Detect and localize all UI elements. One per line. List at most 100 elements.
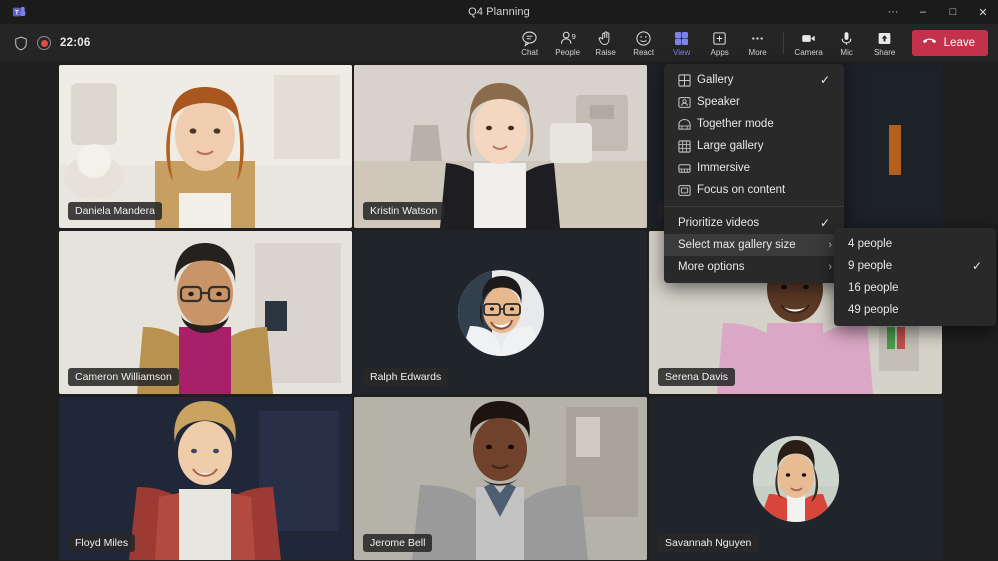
menu-item-together-mode[interactable]: Together mode (664, 113, 844, 135)
menu-item-immersive[interactable]: Immersive (664, 157, 844, 179)
submenu-item-4-people[interactable]: 4 people (834, 233, 996, 255)
submenu-item-16-people[interactable]: 16 people (834, 277, 996, 299)
toolbar-label-more: More (749, 48, 767, 57)
view-menu: Gallery ✓ Speaker Together mode Large ga… (664, 64, 844, 283)
window-maximize-icon[interactable]: □ (938, 0, 968, 24)
participant-nameplate: Jerome Bell (363, 534, 432, 552)
menu-label-large-gallery: Large gallery (697, 140, 818, 152)
video-tile[interactable]: Savannah Nguyen (649, 397, 942, 560)
toolbar-button-share[interactable]: Share (866, 24, 904, 62)
window-close-icon[interactable]: ✕ (968, 0, 998, 24)
toolbar-label-mic: Mic (840, 48, 852, 57)
menu-item-large-gallery[interactable]: Large gallery (664, 135, 844, 157)
toolbar-button-more[interactable]: More (739, 24, 777, 62)
toolbar-label-react: React (633, 48, 654, 57)
leave-button-label: Leave (944, 37, 975, 49)
toolbar-label-view: View (673, 48, 690, 57)
people-count-badge: 9 (572, 32, 576, 41)
toolbar-button-view[interactable]: View (663, 24, 701, 62)
submenu-label-16-people: 16 people (848, 282, 970, 294)
menu-item-focus-on-content[interactable]: Focus on content (664, 179, 844, 201)
toolbar-label-share: Share (874, 48, 895, 57)
speaker-person-icon (678, 95, 697, 109)
video-tile[interactable]: Jerome Bell (354, 397, 647, 560)
toolbar-label-apps: Apps (711, 48, 729, 57)
chevron-right-icon: › (820, 239, 832, 251)
hangup-icon (922, 36, 937, 50)
menu-label-focus-on-content: Focus on content (697, 184, 818, 196)
submenu-label-49-people: 49 people (848, 304, 970, 316)
participant-nameplate: Ralph Edwards (363, 368, 448, 386)
toolbar-button-people[interactable]: 9 People (549, 24, 587, 62)
menu-label-gallery: Gallery (697, 74, 818, 86)
video-tile[interactable]: Kristin Watson (354, 65, 647, 228)
camera-icon (800, 30, 817, 47)
participant-nameplate: Serena Davis (658, 368, 735, 386)
meeting-toolbar: 22:06 Chat 9 People Raise (0, 24, 998, 62)
focus-content-icon (678, 183, 697, 197)
toolbar-button-mic[interactable]: Mic (828, 24, 866, 62)
toolbar-label-raise: Raise (595, 48, 615, 57)
checkmark-icon: ✓ (818, 73, 832, 87)
participant-nameplate: Daniela Mandera (68, 202, 162, 220)
toolbar-actions: Chat 9 People Raise React (511, 24, 988, 62)
window-controls: ··· – □ ✕ (878, 0, 998, 24)
meeting-timer: 22:06 (60, 37, 90, 49)
teams-meeting-window: T Q4 Planning ··· – □ ✕ 22:06 (0, 0, 998, 561)
toolbar-label-camera: Camera (794, 48, 822, 57)
menu-item-speaker[interactable]: Speaker (664, 91, 844, 113)
gallery-size-submenu: 4 people 9 people ✓ 16 people 49 people (834, 228, 996, 326)
react-smiley-icon (635, 30, 652, 47)
more-ellipsis-icon (749, 30, 766, 47)
video-tile[interactable]: Daniela Mandera (59, 65, 352, 228)
video-tile[interactable]: Floyd Miles (59, 397, 352, 560)
toolbar-divider (783, 32, 784, 54)
menu-label-prioritize-videos: Prioritize videos (678, 217, 818, 229)
recording-indicator-icon (37, 36, 51, 50)
video-tile[interactable]: Cameron Williamson (59, 231, 352, 394)
leave-meeting-button[interactable]: Leave (912, 30, 988, 56)
video-tile[interactable]: Ralph Edwards (354, 231, 647, 394)
participant-nameplate: Kristin Watson (363, 202, 444, 220)
title-bar: T Q4 Planning ··· – □ ✕ (0, 0, 998, 24)
share-screen-icon (876, 30, 893, 47)
window-minimize-icon[interactable]: – (908, 0, 938, 24)
avatar (458, 270, 544, 356)
toolbar-button-react[interactable]: React (625, 24, 663, 62)
menu-label-together-mode: Together mode (697, 118, 818, 130)
submenu-label-9-people: 9 people (848, 260, 970, 272)
participant-nameplate: Savannah Nguyen (658, 534, 758, 552)
together-mode-icon (678, 117, 697, 131)
menu-item-gallery[interactable]: Gallery ✓ (664, 69, 844, 91)
menu-label-select-max-gallery-size: Select max gallery size (678, 239, 820, 251)
checkmark-icon: ✓ (970, 259, 984, 273)
toolbar-label-chat: Chat (521, 48, 538, 57)
chevron-right-icon: › (820, 261, 832, 273)
toolbar-label-people: People (555, 48, 580, 57)
gallery-grid-icon (678, 73, 697, 87)
shield-icon (14, 36, 28, 51)
submenu-item-49-people[interactable]: 49 people (834, 299, 996, 321)
menu-label-more-options: More options (678, 261, 820, 273)
view-grid-icon (673, 30, 690, 47)
toolbar-button-raise[interactable]: Raise (587, 24, 625, 62)
menu-divider (664, 206, 844, 207)
window-more-icon[interactable]: ··· (878, 0, 908, 24)
submenu-item-9-people[interactable]: 9 people ✓ (834, 255, 996, 277)
toolbar-button-chat[interactable]: Chat (511, 24, 549, 62)
toolbar-button-camera[interactable]: Camera (790, 24, 828, 62)
submenu-label-4-people: 4 people (848, 238, 970, 250)
window-title: Q4 Planning (0, 6, 998, 18)
checkmark-icon: ✓ (818, 216, 832, 230)
microphone-icon (838, 30, 855, 47)
menu-label-speaker: Speaker (697, 96, 818, 108)
toolbar-button-apps[interactable]: Apps (701, 24, 739, 62)
menu-item-prioritize-videos[interactable]: Prioritize videos ✓ (664, 212, 844, 234)
participant-nameplate: Floyd Miles (68, 534, 135, 552)
raise-hand-icon (597, 30, 614, 47)
menu-item-select-max-gallery-size[interactable]: Select max gallery size › (664, 234, 844, 256)
menu-item-more-options[interactable]: More options › (664, 256, 844, 278)
immersive-icon (678, 161, 697, 175)
meeting-status-group: 22:06 (14, 36, 90, 51)
avatar (753, 436, 839, 522)
